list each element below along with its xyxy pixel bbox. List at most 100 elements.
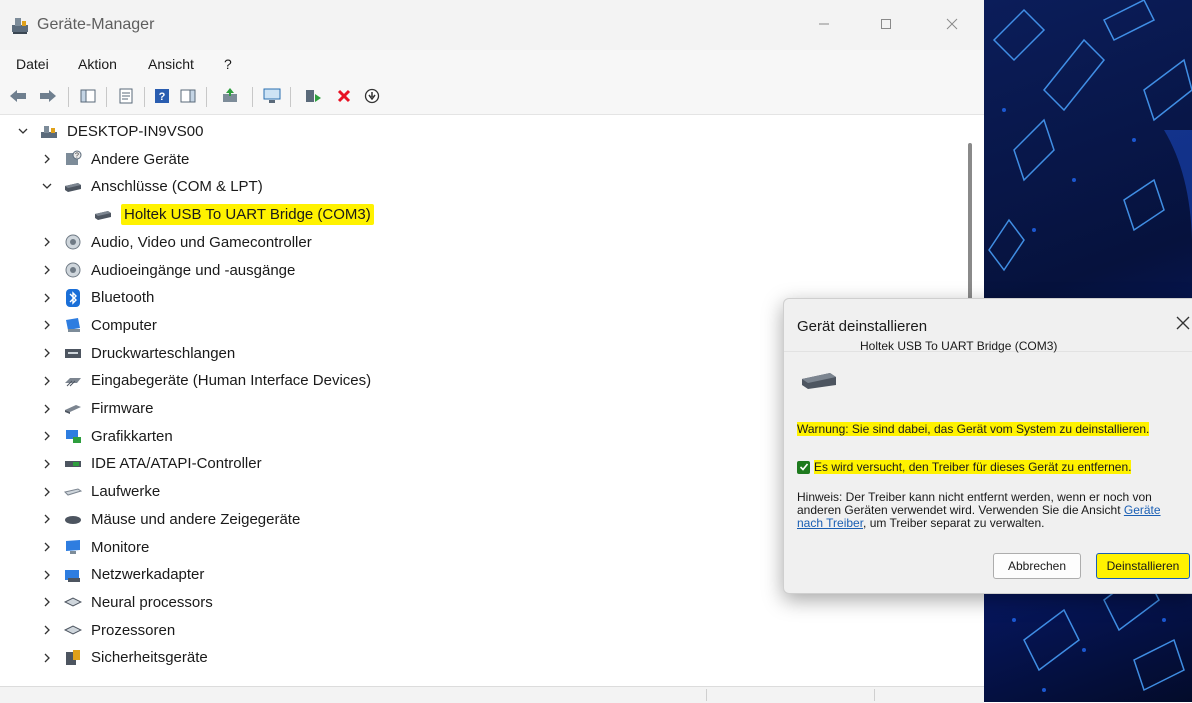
tree-category-item[interactable]: IDE ATA/ATAPI-Controller xyxy=(40,450,262,477)
tree-item-label: Mäuse und andere Zeigegeräte xyxy=(91,510,301,528)
forward-arrow-icon[interactable] xyxy=(38,86,58,106)
drive-icon xyxy=(64,483,82,501)
chevron-right-icon[interactable] xyxy=(40,402,54,416)
tree-item-label: Bluetooth xyxy=(91,289,155,307)
usb-port-device-icon xyxy=(800,369,838,396)
tree-category-item[interactable]: Monitore xyxy=(40,534,149,561)
chevron-right-icon[interactable] xyxy=(40,568,54,582)
speaker-icon xyxy=(64,233,82,251)
ide-controller-icon xyxy=(64,455,82,473)
tree-root[interactable]: DESKTOP-IN9VS00 xyxy=(16,118,203,145)
tree-category-item[interactable]: Laufwerke xyxy=(40,478,160,505)
toolbar-separator xyxy=(144,87,145,107)
unknown-device-icon: ? xyxy=(64,150,82,168)
chevron-right-icon[interactable] xyxy=(40,374,54,388)
tree-category-item[interactable]: Firmware xyxy=(40,395,154,422)
tree-category-item[interactable]: Audioeingänge und -ausgänge xyxy=(40,257,295,284)
tree-category-item[interactable]: Bluetooth xyxy=(40,284,154,311)
uninstall-device-x-icon[interactable] xyxy=(334,86,354,106)
cancel-button[interactable]: Abbrechen xyxy=(993,553,1081,579)
tree-item-label: Andere Geräte xyxy=(91,150,190,168)
mouse-icon xyxy=(64,510,82,528)
enable-device-icon[interactable] xyxy=(303,86,323,106)
tree-category-item[interactable]: Sicherheitsgeräte xyxy=(40,644,208,671)
action-pane-icon[interactable] xyxy=(178,86,198,106)
device-manager-app-icon xyxy=(10,15,30,35)
toolbar-separator xyxy=(290,87,291,107)
tree-item-label: Eingabegeräte (Human Interface Devices) xyxy=(91,372,372,390)
chevron-down-icon[interactable] xyxy=(16,125,30,139)
chevron-right-icon[interactable] xyxy=(40,512,54,526)
menu-aktion[interactable]: Aktion xyxy=(78,56,117,72)
tree-item-label: Computer xyxy=(91,316,157,334)
chevron-right-icon[interactable] xyxy=(40,457,54,471)
menu-datei[interactable]: Datei xyxy=(16,56,49,72)
chip-icon xyxy=(64,593,82,611)
dialog-hint-text: Hinweis: Der Treiber kann nicht entfernt… xyxy=(797,491,1187,530)
chevron-right-icon[interactable] xyxy=(40,485,54,499)
computer-icon xyxy=(64,316,82,334)
uninstall-device-dialog: Gerät deinstallieren Holtek USB To UART … xyxy=(783,298,1192,594)
remove-driver-checkbox-row[interactable]: Es wird versucht, den Treiber für dieses… xyxy=(797,460,1132,474)
dialog-hint-prefix: Hinweis: Der Treiber kann nicht entfernt… xyxy=(797,490,1152,517)
properties-icon[interactable] xyxy=(116,86,136,106)
tree-item-label: IDE ATA/ATAPI-Controller xyxy=(91,455,262,473)
chevron-right-icon[interactable] xyxy=(40,318,54,332)
tree-category-item[interactable]: Prozessoren xyxy=(40,617,175,644)
tree-item-label: Druckwarteschlangen xyxy=(91,344,236,362)
tree-category-item[interactable]: Computer xyxy=(40,312,157,339)
chevron-right-icon[interactable] xyxy=(40,346,54,360)
close-window-button[interactable] xyxy=(932,10,972,38)
remove-driver-checkbox[interactable] xyxy=(797,460,810,474)
remove-driver-checkbox-label[interactable]: Es wird versucht, den Treiber für dieses… xyxy=(814,460,1132,474)
chevron-right-icon[interactable] xyxy=(40,540,54,554)
toolbar-separator xyxy=(68,87,69,107)
tree-category-item[interactable]: Netzwerkadapter xyxy=(40,561,204,588)
tree-category-item[interactable]: Druckwarteschlangen xyxy=(40,340,235,367)
tree-item-label: Anschlüsse (COM & LPT) xyxy=(91,178,263,196)
menu-ansicht[interactable]: Ansicht xyxy=(148,56,194,72)
chevron-right-icon[interactable] xyxy=(40,623,54,637)
uninstall-button[interactable]: Deinstallieren xyxy=(1096,553,1190,579)
computer-root-icon xyxy=(40,123,58,141)
toolbar: ? xyxy=(0,80,984,115)
tree-category-item[interactable]: Eingabegeräte (Human Interface Devices) xyxy=(40,367,371,394)
tree-item-label: Firmware xyxy=(91,400,154,417)
tree-item-label: Laufwerke xyxy=(91,483,161,501)
tree-category-item[interactable]: Mäuse und andere Zeigegeräte xyxy=(40,506,300,533)
dialog-title: Gerät deinstallieren xyxy=(797,318,928,335)
dialog-close-icon[interactable] xyxy=(1176,313,1190,336)
tree-item-label: Sicherheitsgeräte xyxy=(91,649,208,667)
dialog-hint-suffix: , um Treiber separat zu verwalten. xyxy=(863,516,1045,530)
tree-category-item[interactable]: ? Andere Geräte xyxy=(40,146,189,173)
chevron-right-icon[interactable] xyxy=(40,595,54,609)
chevron-right-icon[interactable] xyxy=(40,235,54,249)
chip-icon xyxy=(64,621,82,639)
chevron-right-icon[interactable] xyxy=(40,291,54,305)
scan-hardware-icon[interactable] xyxy=(262,86,282,106)
back-arrow-icon[interactable] xyxy=(8,86,28,106)
maximize-button[interactable] xyxy=(866,10,906,38)
tree-device-item[interactable]: Holtek USB To UART Bridge (COM3) xyxy=(94,201,374,228)
disable-device-icon[interactable] xyxy=(362,86,382,106)
update-driver-icon[interactable] xyxy=(220,86,240,106)
tree-category-item[interactable]: Neural processors xyxy=(40,589,213,616)
tree-category-item[interactable]: Anschlüsse (COM & LPT) xyxy=(40,173,263,200)
firmware-icon xyxy=(64,400,82,418)
chevron-down-icon[interactable] xyxy=(40,180,54,194)
chevron-right-icon[interactable] xyxy=(40,429,54,443)
tree-category-item[interactable]: Audio, Video und Gamecontroller xyxy=(40,229,312,256)
chevron-right-icon[interactable] xyxy=(40,152,54,166)
tree-category-item[interactable]: Grafikkarten xyxy=(40,423,173,450)
tree-item-label: Grafikkarten xyxy=(91,427,173,445)
chevron-right-icon[interactable] xyxy=(40,651,54,665)
monitor-icon xyxy=(64,538,82,556)
dialog-warning-label: Warnung: Sie sind dabei, das Gerät vom S… xyxy=(797,422,1150,436)
title-bar[interactable]: Geräte-Manager xyxy=(0,0,984,50)
window-title: Geräte-Manager xyxy=(37,16,155,33)
menu-help[interactable]: ? xyxy=(224,56,232,72)
chevron-right-icon[interactable] xyxy=(40,263,54,277)
show-hide-console-tree-icon[interactable] xyxy=(78,86,98,106)
help-icon[interactable]: ? xyxy=(152,86,172,106)
minimize-button[interactable] xyxy=(804,10,844,38)
